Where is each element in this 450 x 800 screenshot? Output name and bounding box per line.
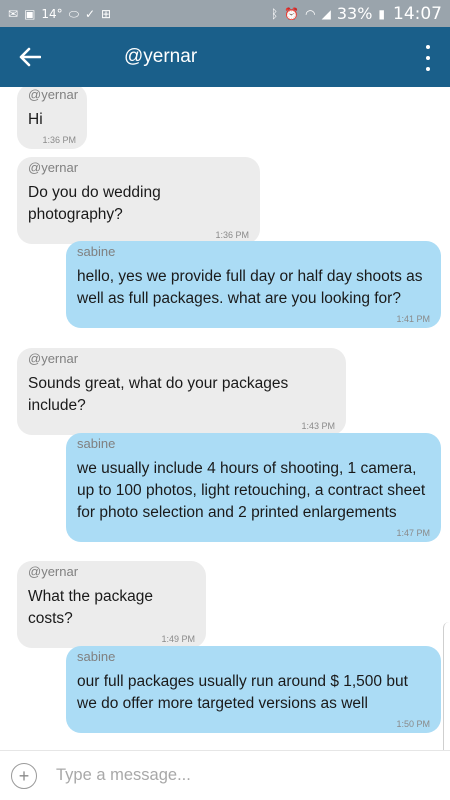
check-icon: ✓ (84, 6, 95, 21)
scroll-indicator[interactable] (443, 622, 450, 750)
message-text: hello, yes we provide full day or half d… (77, 268, 423, 307)
status-right-icons: ᛒ ⏰ ◠ ◢ 33% ▮ 14:07 (271, 4, 442, 24)
battery-icon: ▮ (378, 6, 385, 21)
message-input[interactable] (54, 765, 450, 786)
back-button[interactable] (0, 27, 60, 87)
dot-icon (426, 45, 430, 49)
message-bubble-incoming: @yernar Do you do wedding photography? 1… (17, 157, 260, 244)
conversation-title: @yernar (124, 46, 198, 67)
message-bubble-incoming: @yernar What the package costs? 1:49 PM (17, 561, 206, 648)
status-left-icons: ✉ ▣ 14° ⬭ ✓ ⊞ (8, 8, 111, 20)
clock: 14:07 (393, 3, 442, 24)
message-text: Hi (28, 111, 43, 128)
message-sender: sabine (77, 436, 116, 451)
message-text: Do you do wedding photography? (28, 184, 161, 223)
message-sender: @yernar (28, 87, 79, 102)
message-text: Sounds great, what do your packages incl… (28, 375, 289, 414)
message-list[interactable]: @yernar Hi 1:36 PM @yernar Do you do wed… (0, 87, 450, 750)
dot-icon (426, 56, 430, 60)
message-sender: @yernar (28, 351, 79, 366)
message-sender: @yernar (28, 564, 79, 579)
message-icon: ⬭ (68, 6, 79, 21)
gmail-icon: ✉ (8, 6, 19, 21)
message-sender: @yernar (28, 160, 79, 175)
message-bubble-outgoing: sabine our full packages usually run aro… (66, 646, 441, 733)
arrow-left-icon (19, 47, 41, 67)
temperature-text: 14° (41, 6, 63, 21)
message-time: 1:36 PM (215, 230, 249, 240)
bluetooth-icon: ᛒ (270, 6, 279, 21)
message-composer: + (0, 750, 450, 800)
message-bubble-outgoing: sabine hello, yes we provide full day or… (66, 241, 441, 328)
status-bar: ✉ ▣ 14° ⬭ ✓ ⊞ ᛒ ⏰ ◠ ◢ 33% ▮ 14:07 (0, 0, 450, 27)
app-bar: @yernar (0, 27, 450, 87)
dot-icon (426, 67, 430, 71)
message-time: 1:36 PM (42, 135, 76, 145)
gallery-icon: ▣ (24, 6, 36, 21)
message-sender: sabine (77, 244, 116, 259)
message-time: 1:41 PM (396, 314, 430, 324)
message-text: our full packages usually run around $ 1… (77, 673, 408, 712)
signal-icon: ◢ (321, 6, 331, 21)
alarm-icon: ⏰ (284, 6, 300, 21)
gamepad-icon: ⊞ (101, 6, 112, 21)
message-bubble-incoming: @yernar Sounds great, what do your packa… (17, 348, 346, 435)
wifi-icon: ◠ (305, 6, 316, 21)
message-text: What the package costs? (28, 588, 153, 627)
plus-icon: + (18, 765, 30, 786)
message-bubble-outgoing: sabine we usually include 4 hours of sho… (66, 433, 441, 542)
message-time: 1:49 PM (161, 634, 195, 644)
add-attachment-button[interactable]: + (11, 762, 37, 789)
message-bubble-incoming: @yernar Hi 1:36 PM (17, 87, 87, 149)
message-time: 1:50 PM (396, 719, 430, 729)
message-text: we usually include 4 hours of shooting, … (77, 460, 426, 521)
overflow-menu-button[interactable] (420, 45, 436, 71)
battery-percent: 33% (336, 4, 373, 23)
message-time: 1:47 PM (396, 528, 430, 538)
message-time: 1:43 PM (301, 421, 335, 431)
message-sender: sabine (77, 649, 116, 664)
